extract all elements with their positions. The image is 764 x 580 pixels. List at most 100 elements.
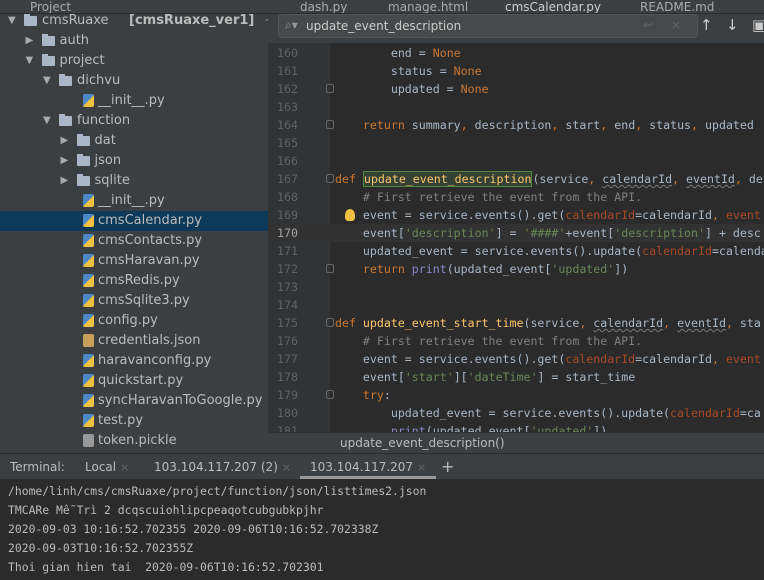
tree-item[interactable]: ▼cmsRuaxe[cmsRuaxe_ver1]~/cm bbox=[0, 11, 268, 31]
close-icon[interactable]: × bbox=[282, 461, 291, 474]
fold-marker-icon[interactable] bbox=[326, 318, 334, 327]
code-line[interactable]: 169 event = service.events().get(calenda… bbox=[268, 206, 764, 224]
breadcrumb[interactable]: update_event_description() bbox=[268, 432, 764, 453]
code-line[interactable]: 163 bbox=[268, 98, 764, 116]
tree-item[interactable]: cmsRedis.py bbox=[0, 271, 268, 291]
tree-item[interactable]: credentials.json bbox=[0, 331, 268, 351]
project-tree: ▼cmsRuaxe[cmsRuaxe_ver1]~/cm▶auth▼projec… bbox=[0, 9, 268, 453]
tree-item[interactable]: ▼ function bbox=[0, 111, 268, 131]
code-line[interactable]: 173 bbox=[268, 278, 764, 296]
folder-icon bbox=[76, 174, 90, 186]
code-line[interactable]: 166 bbox=[268, 152, 764, 170]
tree-item-label: cmsRuaxe bbox=[42, 13, 109, 28]
tab-readme[interactable]: README.md bbox=[640, 0, 714, 13]
code-token: (service bbox=[532, 172, 589, 186]
select-all-icon[interactable]: ▣ bbox=[752, 16, 764, 34]
code-token: None bbox=[432, 46, 461, 60]
code-line[interactable]: 174 bbox=[268, 296, 764, 314]
arrow-up-icon[interactable]: ↑ bbox=[700, 16, 713, 34]
tree-item[interactable]: cmsHaravan.py bbox=[0, 251, 268, 271]
fold-marker-icon[interactable] bbox=[326, 264, 334, 273]
code-token: , bbox=[711, 352, 719, 366]
tree-item[interactable]: ▶ dat bbox=[0, 131, 268, 151]
chevron-right-icon[interactable]: ▶ bbox=[61, 171, 69, 191]
tree-item[interactable]: cmsContacts.py bbox=[0, 231, 268, 251]
tree-item[interactable]: quickstart.py bbox=[0, 371, 268, 391]
chevron-down-icon[interactable]: ▼ bbox=[43, 71, 51, 91]
folder-icon bbox=[41, 54, 55, 66]
terminal-line: /home/linh/cms/cmsRuaxe/project/function… bbox=[8, 484, 427, 498]
code-line[interactable]: 177 event = service.events().get(calenda… bbox=[268, 350, 764, 368]
tree-item-label: __init__.py bbox=[98, 93, 165, 108]
code-line[interactable]: 165 bbox=[268, 134, 764, 152]
line-number: 168 bbox=[277, 190, 298, 204]
code-line[interactable]: 168 # First retrieve the event from the … bbox=[268, 188, 764, 206]
close-icon[interactable]: × bbox=[120, 461, 129, 474]
fold-marker-icon[interactable] bbox=[326, 174, 334, 183]
tree-item[interactable]: ▼ dichvu bbox=[0, 71, 268, 91]
tree-item[interactable]: __init__.py bbox=[0, 91, 268, 111]
project-view-label[interactable]: Project bbox=[30, 0, 71, 13]
py-file-icon bbox=[83, 374, 94, 387]
terminal-tab-remote[interactable]: 103.104.117.207 × bbox=[300, 454, 437, 479]
code-token: updated bbox=[698, 118, 754, 132]
terminal-output[interactable]: /home/linh/cms/cmsRuaxe/project/function… bbox=[0, 479, 764, 574]
arrow-down-icon[interactable]: ↓ bbox=[726, 16, 739, 34]
code-line[interactable]: 171 updated_event = service.events().upd… bbox=[268, 242, 764, 260]
close-icon[interactable]: × bbox=[417, 461, 426, 474]
chevron-right-icon[interactable]: ▶ bbox=[61, 151, 69, 171]
fold-marker-icon[interactable] bbox=[326, 390, 334, 399]
tree-item[interactable]: cmsSqlite3.py bbox=[0, 291, 268, 311]
code-line[interactable]: 162 updated = None bbox=[268, 80, 764, 98]
chevron-right-icon[interactable]: ▶ bbox=[26, 31, 34, 51]
tree-item[interactable]: syncHaravanToGoogle.py bbox=[0, 391, 268, 411]
chevron-down-icon[interactable]: ▼ bbox=[43, 111, 51, 131]
tree-item[interactable]: haravanconfig.py bbox=[0, 351, 268, 371]
terminal-tab-remote-2[interactable]: 103.104.117.207 (2) × bbox=[154, 454, 291, 481]
tab-dash[interactable]: dash.py bbox=[300, 0, 347, 13]
tree-item[interactable]: ▼ project bbox=[0, 51, 268, 71]
code-line[interactable]: 164 return summary, description, start, … bbox=[268, 116, 764, 134]
line-number: 178 bbox=[277, 370, 298, 384]
code-line[interactable]: 176 # First retrieve the event from the … bbox=[268, 332, 764, 350]
code-line[interactable]: 167 def update_event_description(service,… bbox=[268, 170, 764, 188]
fold-marker-icon[interactable] bbox=[326, 120, 334, 129]
chevron-right-icon[interactable]: ▶ bbox=[61, 131, 69, 151]
code-line[interactable]: 179 try: bbox=[268, 386, 764, 404]
tree-item[interactable]: config.py bbox=[0, 311, 268, 331]
code-line[interactable]: 160 end = None bbox=[268, 44, 764, 62]
file-file-icon bbox=[83, 434, 94, 447]
search-value[interactable]: update_event_description bbox=[306, 19, 461, 33]
code-line[interactable]: 178 event['start']['dateTime'] = start_t… bbox=[268, 368, 764, 386]
tree-item-label: config.py bbox=[98, 313, 158, 328]
chevron-down-icon[interactable]: ▼ bbox=[8, 11, 16, 31]
code-line[interactable]: 175 def update_event_start_time(service, … bbox=[268, 314, 764, 332]
tab-manage[interactable]: manage.html bbox=[388, 0, 468, 13]
code-line[interactable]: 170 event['description'] = '####'+event[… bbox=[268, 224, 764, 242]
code-token: ] + desc bbox=[705, 226, 761, 240]
tree-item[interactable]: __init__.py bbox=[0, 191, 268, 211]
regex-toggle-icon[interactable]: ↩ bbox=[643, 18, 653, 32]
code-line[interactable]: 161 status = None bbox=[268, 62, 764, 80]
tree-item[interactable]: token.pickle bbox=[0, 431, 268, 451]
tree-item[interactable]: ▶ json bbox=[0, 151, 268, 171]
add-terminal-button[interactable]: + bbox=[441, 454, 454, 480]
code-line[interactable]: 181 print(updated_event['updated']) bbox=[268, 422, 764, 432]
tree-item[interactable]: ▶ sqlite bbox=[0, 171, 268, 191]
tree-item[interactable]: test.py bbox=[0, 411, 268, 431]
code-editor[interactable]: 160 end = None 161 status = None 162 updat… bbox=[268, 9, 764, 432]
tree-item-label: syncHaravanToGoogle.py bbox=[98, 393, 263, 408]
code-token: , bbox=[725, 316, 733, 330]
search-input[interactable]: ⌕▾ update_event_description ↩ × bbox=[278, 14, 698, 38]
terminal-tab-local[interactable]: Local × bbox=[85, 454, 129, 481]
code-line[interactable]: 180 updated_event = service.events().upd… bbox=[268, 404, 764, 422]
tree-item[interactable]: ▶ auth bbox=[0, 31, 268, 51]
fold-marker-icon[interactable] bbox=[326, 84, 334, 93]
chevron-down-icon[interactable]: ▼ bbox=[26, 51, 34, 71]
clear-icon[interactable]: × bbox=[671, 18, 681, 32]
tab-cmscalendar[interactable]: cmsCalendar.py bbox=[505, 0, 601, 13]
tree-item[interactable]: cmsCalendar.py bbox=[0, 211, 268, 231]
py-file-icon bbox=[83, 294, 94, 307]
code-line[interactable]: 172 return print(updated_event['updated'… bbox=[268, 260, 764, 278]
